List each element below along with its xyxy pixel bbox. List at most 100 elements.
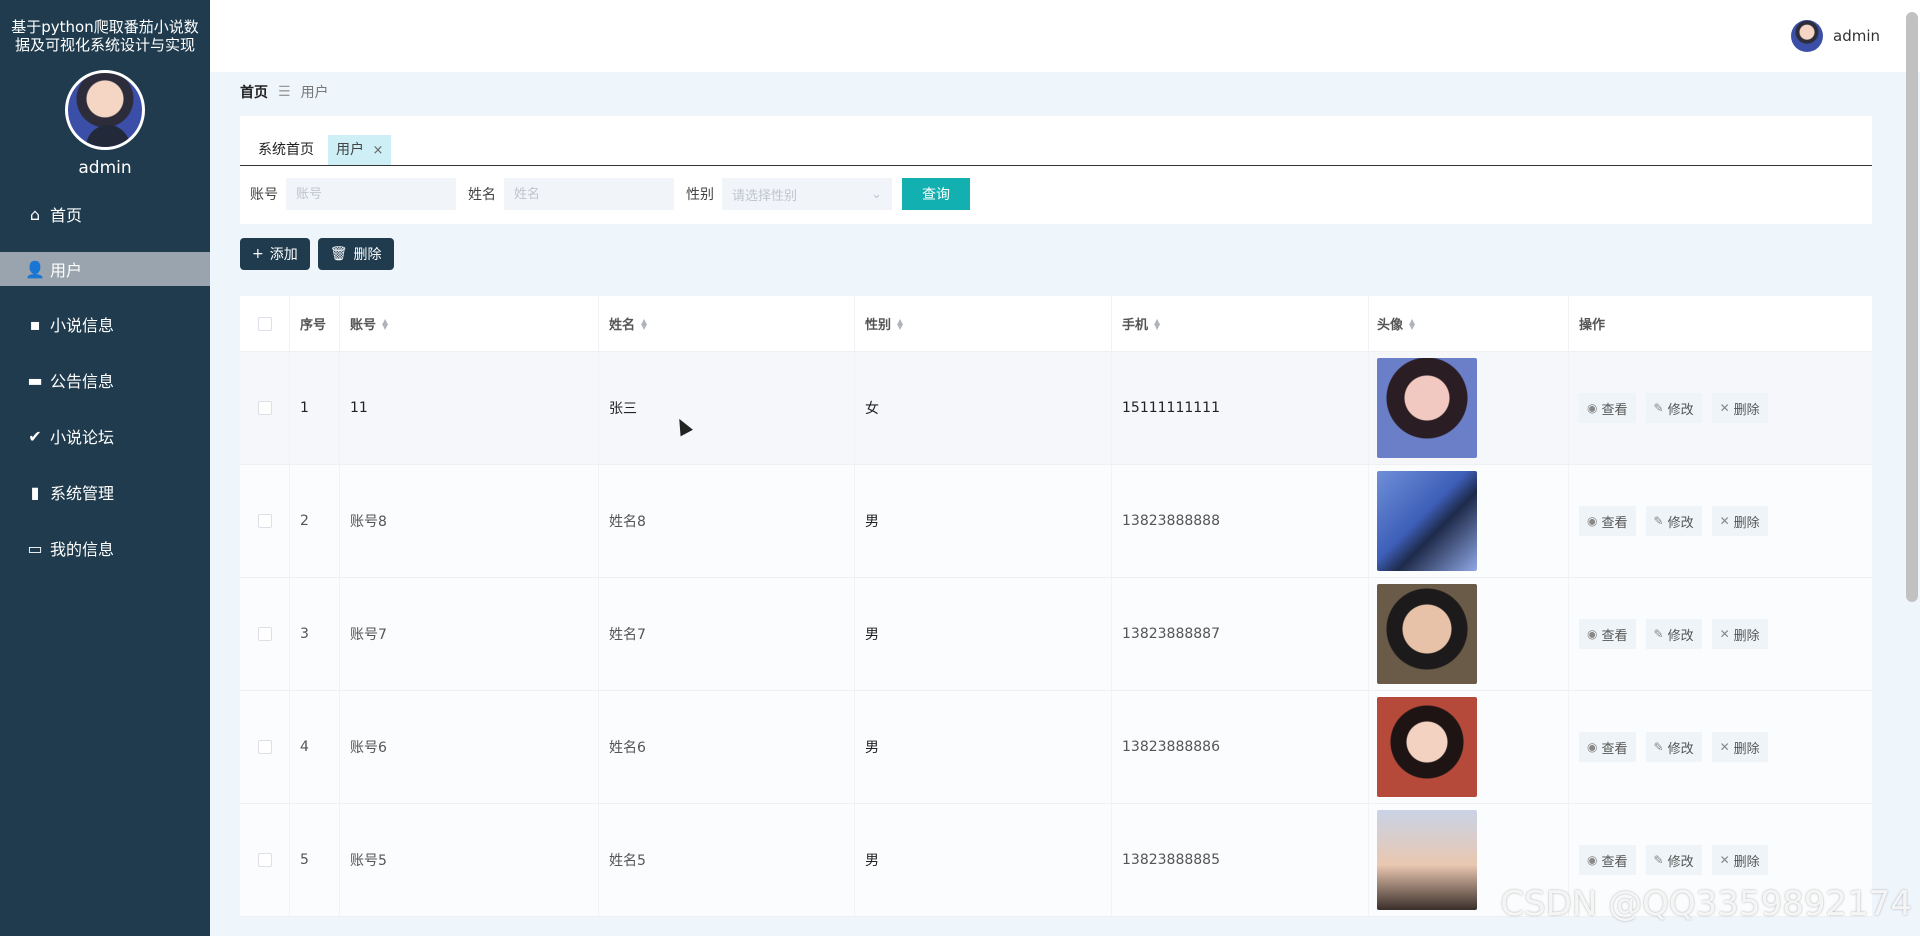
account-input[interactable] bbox=[286, 178, 456, 210]
breadcrumb-home[interactable]: 首页 bbox=[240, 82, 268, 102]
name-cell: 姓名8 bbox=[599, 465, 855, 577]
row-delete-button[interactable]: ✕ 删除 bbox=[1711, 732, 1768, 762]
delete-button[interactable]: 🗑 删除 bbox=[317, 238, 394, 270]
row-cell bbox=[240, 352, 290, 464]
view-button[interactable]: ◉ 查看 bbox=[1579, 619, 1636, 649]
user-photo[interactable] bbox=[1377, 358, 1477, 458]
user-table: 序号 账号 ▲ ▼ 姓名 ▲ ▼ 性别 ▲ ▼ 手机 ▲ ▼ 头像 ▲ ▼ 操作 1 11 张三 女… bbox=[240, 296, 1872, 917]
header-cell[interactable]: 账号 ▲ ▼ bbox=[340, 296, 599, 351]
eye-icon: ◉ bbox=[1587, 740, 1598, 754]
column-label: 手机 bbox=[1122, 318, 1149, 333]
sidebar-avatar bbox=[65, 70, 145, 150]
header-cell[interactable]: 手机 ▲ ▼ bbox=[1112, 296, 1369, 351]
row-delete-button[interactable]: ✕ 删除 bbox=[1711, 506, 1768, 536]
sidebar-item-system[interactable]: ▮ 系统管理 bbox=[0, 474, 210, 510]
ops-cell: ◉ 查看 ✎ 修改 ✕ 删除 bbox=[1569, 578, 1872, 690]
bar-chart-icon: ▮ bbox=[30, 482, 40, 502]
sort-icon[interactable]: ▲ ▼ bbox=[641, 317, 647, 330]
sidebar-item-label: 用户 bbox=[50, 261, 83, 280]
query-button[interactable]: 查询 bbox=[902, 178, 970, 210]
phone-cell: 13823888886 bbox=[1112, 691, 1369, 803]
user-photo[interactable] bbox=[1377, 697, 1477, 797]
user-icon: 👤 bbox=[25, 259, 45, 279]
account-cell: 账号5 bbox=[340, 804, 599, 916]
name-input[interactable] bbox=[504, 178, 674, 210]
sidebar-item-label: 首页 bbox=[50, 206, 83, 225]
sort-icon[interactable]: ▲ ▼ bbox=[1409, 317, 1415, 330]
eye-icon: ◉ bbox=[1587, 401, 1598, 415]
tab-system-home[interactable]: 系统首页 bbox=[250, 135, 322, 165]
sort-icon[interactable]: ▲ ▼ bbox=[382, 317, 388, 330]
sidebar-item-profile[interactable]: ▭ 我的信息 bbox=[0, 530, 210, 566]
edit-icon: ✎ bbox=[1653, 514, 1664, 528]
inbox-icon: ▬ bbox=[27, 370, 43, 390]
user-photo[interactable] bbox=[1377, 584, 1477, 684]
delete-label: 删除 bbox=[1733, 402, 1760, 418]
view-button[interactable]: ◉ 查看 bbox=[1579, 506, 1636, 536]
edit-icon: ✎ bbox=[1653, 401, 1664, 415]
close-icon[interactable]: × bbox=[372, 143, 383, 158]
user-photo[interactable] bbox=[1377, 810, 1477, 910]
user-menu[interactable]: admin bbox=[1791, 20, 1880, 52]
sidebar-item-forum[interactable]: ✔ 小说论坛 bbox=[0, 418, 210, 454]
sidebar-item-home[interactable]: ⌂ 首页 bbox=[0, 196, 210, 232]
column-label: 姓名 bbox=[609, 318, 636, 333]
sort-icon[interactable]: ▲ ▼ bbox=[897, 317, 903, 330]
view-button[interactable]: ◉ 查看 bbox=[1579, 845, 1636, 875]
select-all-checkbox[interactable] bbox=[257, 316, 272, 331]
row-checkbox[interactable] bbox=[257, 740, 272, 754]
gender-label: 性别 bbox=[686, 187, 714, 203]
account-label: 账号 bbox=[250, 187, 278, 203]
row-checkbox[interactable] bbox=[257, 627, 272, 641]
close-icon: ✕ bbox=[1719, 740, 1730, 754]
edit-label: 修改 bbox=[1667, 628, 1694, 644]
edit-button[interactable]: ✎ 修改 bbox=[1645, 393, 1702, 423]
edit-button[interactable]: ✎ 修改 bbox=[1645, 732, 1702, 762]
topbar-username: admin bbox=[1833, 27, 1880, 45]
row-delete-button[interactable]: ✕ 删除 bbox=[1711, 845, 1768, 875]
row-delete-button[interactable]: ✕ 删除 bbox=[1711, 619, 1768, 649]
row-checkbox[interactable] bbox=[257, 401, 272, 415]
view-label: 查看 bbox=[1601, 515, 1628, 531]
table-row[interactable]: 4 账号6 姓名6 男 13823888886 ◉ 查看 ✎ 修改 ✕ 删除 bbox=[240, 691, 1872, 804]
sidebar-item-notices[interactable]: ▬ 公告信息 bbox=[0, 362, 210, 398]
user-photo[interactable] bbox=[1377, 471, 1477, 571]
add-button[interactable]: + 添加 bbox=[240, 238, 310, 270]
column-label: 操作 bbox=[1579, 318, 1606, 333]
tab-users[interactable]: 用户 × bbox=[328, 135, 392, 165]
view-label: 查看 bbox=[1601, 402, 1628, 418]
eye-icon: ◉ bbox=[1587, 627, 1598, 641]
search-form: 账号 姓名 性别 请选择性别 ⌄ 查询 bbox=[240, 166, 1872, 222]
edit-button[interactable]: ✎ 修改 bbox=[1645, 619, 1702, 649]
table-row[interactable]: 3 账号7 姓名7 男 13823888887 ◉ 查看 ✎ 修改 ✕ 删除 bbox=[240, 578, 1872, 691]
eye-icon: ◉ bbox=[1587, 514, 1598, 528]
view-button[interactable]: ◉ 查看 bbox=[1579, 732, 1636, 762]
page-scrollbar[interactable] bbox=[1906, 12, 1918, 602]
home-icon: ⌂ bbox=[29, 204, 41, 224]
gender-cell: 男 bbox=[855, 578, 1112, 690]
edit-button[interactable]: ✎ 修改 bbox=[1645, 845, 1702, 875]
view-button[interactable]: ◉ 查看 bbox=[1579, 393, 1636, 423]
breadcrumb: 首页 ☰ 用户 bbox=[240, 72, 1872, 112]
account-cell: 账号8 bbox=[340, 465, 599, 577]
watermark: CSDN @QQ3359892174 bbox=[1500, 884, 1912, 924]
avatar bbox=[1791, 20, 1823, 52]
gender-select[interactable]: 请选择性别 ⌄ bbox=[722, 178, 892, 210]
row-checkbox[interactable] bbox=[257, 514, 272, 528]
edit-button[interactable]: ✎ 修改 bbox=[1645, 506, 1702, 536]
sidebar-item-novels[interactable]: ▪ 小说信息 bbox=[0, 306, 210, 342]
sidebar-item-label: 小说论坛 bbox=[50, 428, 115, 447]
row-checkbox[interactable] bbox=[257, 853, 272, 867]
index-cell: 2 bbox=[290, 465, 340, 577]
index-cell: 3 bbox=[290, 578, 340, 690]
breadcrumb-separator-icon: ☰ bbox=[278, 84, 291, 100]
name-cell: 姓名6 bbox=[599, 691, 855, 803]
header-cell[interactable]: 性别 ▲ ▼ bbox=[855, 296, 1112, 351]
sort-icon[interactable]: ▲ ▼ bbox=[1154, 317, 1160, 330]
header-cell[interactable]: 姓名 ▲ ▼ bbox=[599, 296, 855, 351]
row-delete-button[interactable]: ✕ 删除 bbox=[1711, 393, 1768, 423]
table-row[interactable]: 2 账号8 姓名8 男 13823888888 ◉ 查看 ✎ 修改 ✕ 删除 bbox=[240, 465, 1872, 578]
header-cell[interactable]: 头像 ▲ ▼ bbox=[1369, 296, 1569, 351]
sidebar-item-users[interactable]: 👤 用户 bbox=[0, 252, 210, 286]
table-row[interactable]: 1 11 张三 女 15111111111 ◉ 查看 ✎ 修改 ✕ 删除 bbox=[240, 352, 1872, 465]
